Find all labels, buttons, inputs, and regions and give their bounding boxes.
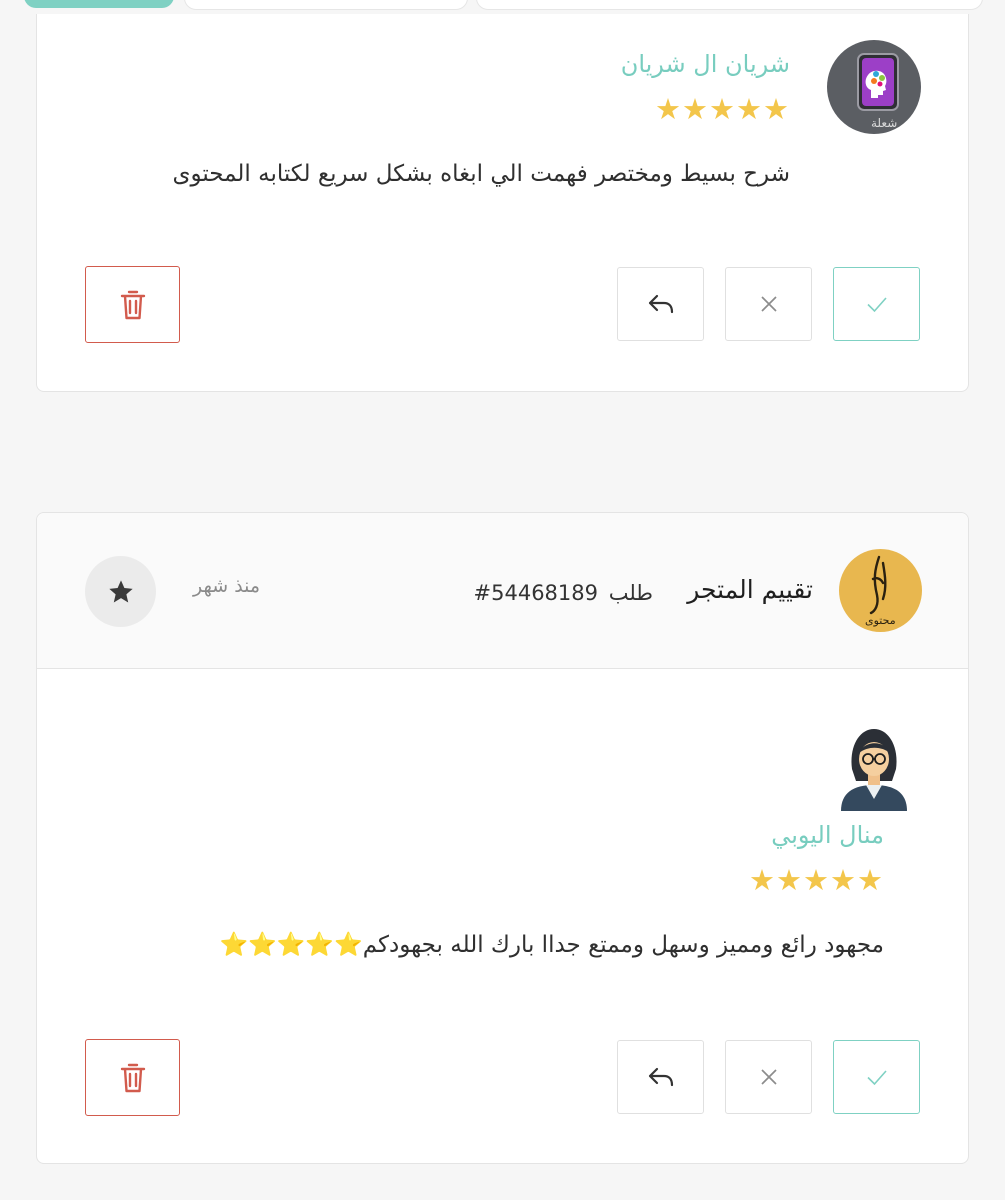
trash-icon xyxy=(120,1063,145,1092)
woman-avatar-icon xyxy=(841,729,907,811)
reject-button[interactable] xyxy=(725,267,812,341)
review-text: مجهود رائع ومميز وسهل وممتع جداا بارك ال… xyxy=(219,932,884,958)
check-icon xyxy=(866,1070,887,1086)
reply-icon xyxy=(648,294,673,314)
store-review-title: تقييم المتجر xyxy=(687,575,813,604)
review-card: شعلة شريان ال شريان ★★★★★ شرح بسيط ومختص… xyxy=(36,14,969,392)
rating-stars: ★★★★★ xyxy=(749,863,884,897)
store-review-card: محتوى تقييم المتجر طلب #54468189 منذ شهر… xyxy=(36,512,969,1164)
store-review-header: محتوى تقييم المتجر طلب #54468189 منذ شهر xyxy=(37,513,968,669)
check-icon xyxy=(866,297,887,313)
store-logo-caption: محتوى xyxy=(865,614,896,627)
avatar-caption: شعلة xyxy=(871,116,898,130)
order-label: طلب xyxy=(608,581,653,605)
delete-button[interactable] xyxy=(85,1039,180,1116)
approve-button[interactable] xyxy=(833,1040,920,1114)
reviewer-name: منال اليوبي xyxy=(771,821,884,849)
reply-button[interactable] xyxy=(617,267,704,341)
reviewer-name: شريان ال شريان xyxy=(620,50,790,78)
review-text: شرح بسيط ومختصر فهمت الي ابغاه بشكل سريع… xyxy=(172,161,790,187)
tab-third[interactable] xyxy=(476,0,983,10)
star-icon xyxy=(108,579,133,602)
trash-icon xyxy=(120,290,145,319)
order-number[interactable]: #54468189 xyxy=(474,581,598,605)
store-logo: محتوى xyxy=(839,549,922,632)
feature-review-button[interactable] xyxy=(85,556,156,627)
tab-second[interactable] xyxy=(184,0,468,10)
reviewer-avatar xyxy=(837,723,911,811)
approve-button[interactable] xyxy=(833,267,920,341)
review-time-ago: منذ شهر xyxy=(193,575,261,597)
reviewer-avatar: شعلة xyxy=(827,40,921,134)
close-icon xyxy=(760,296,777,312)
reject-button[interactable] xyxy=(725,1040,812,1114)
reply-icon xyxy=(648,1067,673,1087)
rating-stars: ★★★★★ xyxy=(655,92,790,126)
close-icon xyxy=(760,1069,777,1085)
tab-active[interactable] xyxy=(24,0,174,8)
delete-button[interactable] xyxy=(85,266,180,343)
reply-button[interactable] xyxy=(617,1040,704,1114)
